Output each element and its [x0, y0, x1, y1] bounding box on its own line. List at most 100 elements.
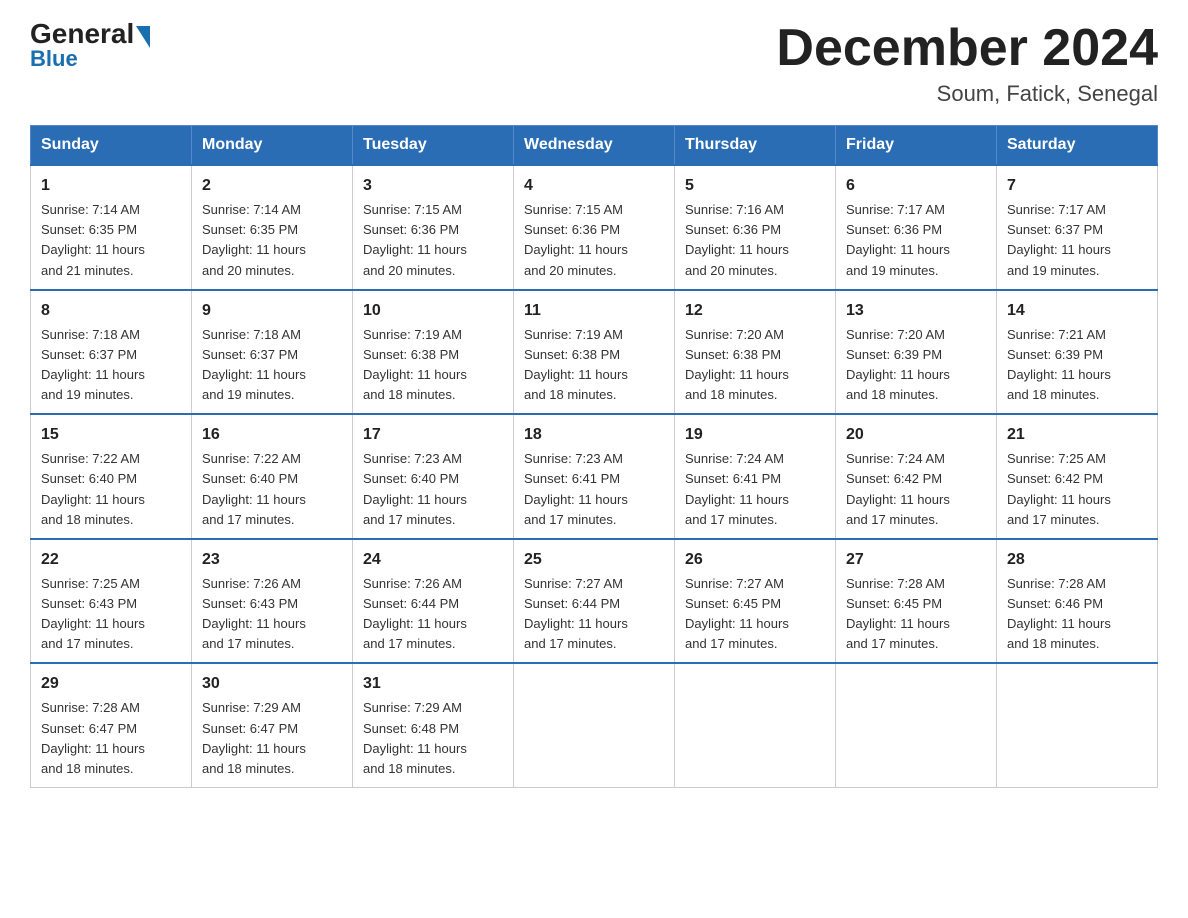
- day-number: 2: [202, 174, 342, 198]
- day-number: 12: [685, 299, 825, 323]
- weekday-header-saturday: Saturday: [997, 126, 1158, 166]
- calendar-cell: [675, 663, 836, 787]
- day-number: 3: [363, 174, 503, 198]
- day-info: Sunrise: 7:14 AMSunset: 6:35 PMDaylight:…: [41, 200, 181, 281]
- calendar-cell: 6Sunrise: 7:17 AMSunset: 6:36 PMDaylight…: [836, 165, 997, 290]
- day-number: 9: [202, 299, 342, 323]
- day-number: 23: [202, 548, 342, 572]
- calendar-cell: 7Sunrise: 7:17 AMSunset: 6:37 PMDaylight…: [997, 165, 1158, 290]
- day-info: Sunrise: 7:28 AMSunset: 6:45 PMDaylight:…: [846, 574, 986, 655]
- calendar-cell: 2Sunrise: 7:14 AMSunset: 6:35 PMDaylight…: [192, 165, 353, 290]
- weekday-header-tuesday: Tuesday: [353, 126, 514, 166]
- day-number: 21: [1007, 423, 1147, 447]
- day-number: 27: [846, 548, 986, 572]
- calendar-cell: 25Sunrise: 7:27 AMSunset: 6:44 PMDayligh…: [514, 539, 675, 664]
- day-number: 26: [685, 548, 825, 572]
- day-info: Sunrise: 7:22 AMSunset: 6:40 PMDaylight:…: [41, 449, 181, 530]
- day-info: Sunrise: 7:18 AMSunset: 6:37 PMDaylight:…: [41, 325, 181, 406]
- day-number: 31: [363, 672, 503, 696]
- week-row-2: 8Sunrise: 7:18 AMSunset: 6:37 PMDaylight…: [31, 290, 1158, 415]
- calendar-cell: 28Sunrise: 7:28 AMSunset: 6:46 PMDayligh…: [997, 539, 1158, 664]
- day-info: Sunrise: 7:27 AMSunset: 6:44 PMDaylight:…: [524, 574, 664, 655]
- day-info: Sunrise: 7:20 AMSunset: 6:39 PMDaylight:…: [846, 325, 986, 406]
- day-info: Sunrise: 7:17 AMSunset: 6:36 PMDaylight:…: [846, 200, 986, 281]
- calendar-cell: 8Sunrise: 7:18 AMSunset: 6:37 PMDaylight…: [31, 290, 192, 415]
- day-info: Sunrise: 7:23 AMSunset: 6:41 PMDaylight:…: [524, 449, 664, 530]
- calendar-cell: [836, 663, 997, 787]
- day-info: Sunrise: 7:25 AMSunset: 6:42 PMDaylight:…: [1007, 449, 1147, 530]
- day-number: 16: [202, 423, 342, 447]
- day-number: 7: [1007, 174, 1147, 198]
- calendar-cell: 13Sunrise: 7:20 AMSunset: 6:39 PMDayligh…: [836, 290, 997, 415]
- week-row-1: 1Sunrise: 7:14 AMSunset: 6:35 PMDaylight…: [31, 165, 1158, 290]
- weekday-header-sunday: Sunday: [31, 126, 192, 166]
- day-info: Sunrise: 7:25 AMSunset: 6:43 PMDaylight:…: [41, 574, 181, 655]
- calendar-cell: 17Sunrise: 7:23 AMSunset: 6:40 PMDayligh…: [353, 414, 514, 539]
- calendar-cell: 9Sunrise: 7:18 AMSunset: 6:37 PMDaylight…: [192, 290, 353, 415]
- logo-blue-text: Blue: [30, 46, 150, 72]
- calendar-cell: 29Sunrise: 7:28 AMSunset: 6:47 PMDayligh…: [31, 663, 192, 787]
- day-info: Sunrise: 7:28 AMSunset: 6:47 PMDaylight:…: [41, 698, 181, 779]
- calendar-cell: 14Sunrise: 7:21 AMSunset: 6:39 PMDayligh…: [997, 290, 1158, 415]
- weekday-header-friday: Friday: [836, 126, 997, 166]
- day-info: Sunrise: 7:19 AMSunset: 6:38 PMDaylight:…: [363, 325, 503, 406]
- day-info: Sunrise: 7:15 AMSunset: 6:36 PMDaylight:…: [363, 200, 503, 281]
- day-number: 24: [363, 548, 503, 572]
- day-number: 13: [846, 299, 986, 323]
- day-number: 8: [41, 299, 181, 323]
- day-info: Sunrise: 7:28 AMSunset: 6:46 PMDaylight:…: [1007, 574, 1147, 655]
- calendar-body: 1Sunrise: 7:14 AMSunset: 6:35 PMDaylight…: [31, 165, 1158, 787]
- day-info: Sunrise: 7:29 AMSunset: 6:48 PMDaylight:…: [363, 698, 503, 779]
- day-info: Sunrise: 7:19 AMSunset: 6:38 PMDaylight:…: [524, 325, 664, 406]
- day-number: 14: [1007, 299, 1147, 323]
- day-number: 10: [363, 299, 503, 323]
- day-number: 11: [524, 299, 664, 323]
- day-info: Sunrise: 7:21 AMSunset: 6:39 PMDaylight:…: [1007, 325, 1147, 406]
- day-number: 28: [1007, 548, 1147, 572]
- page-header: General Blue December 2024 Soum, Fatick,…: [30, 20, 1158, 107]
- day-number: 19: [685, 423, 825, 447]
- day-number: 22: [41, 548, 181, 572]
- day-info: Sunrise: 7:26 AMSunset: 6:44 PMDaylight:…: [363, 574, 503, 655]
- calendar-cell: 20Sunrise: 7:24 AMSunset: 6:42 PMDayligh…: [836, 414, 997, 539]
- day-info: Sunrise: 7:24 AMSunset: 6:41 PMDaylight:…: [685, 449, 825, 530]
- calendar-cell: 11Sunrise: 7:19 AMSunset: 6:38 PMDayligh…: [514, 290, 675, 415]
- day-info: Sunrise: 7:18 AMSunset: 6:37 PMDaylight:…: [202, 325, 342, 406]
- calendar-cell: 18Sunrise: 7:23 AMSunset: 6:41 PMDayligh…: [514, 414, 675, 539]
- calendar-cell: 1Sunrise: 7:14 AMSunset: 6:35 PMDaylight…: [31, 165, 192, 290]
- calendar-header: SundayMondayTuesdayWednesdayThursdayFrid…: [31, 126, 1158, 166]
- calendar-table: SundayMondayTuesdayWednesdayThursdayFrid…: [30, 125, 1158, 788]
- calendar-cell: 10Sunrise: 7:19 AMSunset: 6:38 PMDayligh…: [353, 290, 514, 415]
- weekday-header-row: SundayMondayTuesdayWednesdayThursdayFrid…: [31, 126, 1158, 166]
- week-row-3: 15Sunrise: 7:22 AMSunset: 6:40 PMDayligh…: [31, 414, 1158, 539]
- day-info: Sunrise: 7:27 AMSunset: 6:45 PMDaylight:…: [685, 574, 825, 655]
- weekday-header-monday: Monday: [192, 126, 353, 166]
- day-number: 6: [846, 174, 986, 198]
- weekday-header-wednesday: Wednesday: [514, 126, 675, 166]
- day-info: Sunrise: 7:15 AMSunset: 6:36 PMDaylight:…: [524, 200, 664, 281]
- calendar-cell: 4Sunrise: 7:15 AMSunset: 6:36 PMDaylight…: [514, 165, 675, 290]
- calendar-cell: 22Sunrise: 7:25 AMSunset: 6:43 PMDayligh…: [31, 539, 192, 664]
- day-info: Sunrise: 7:26 AMSunset: 6:43 PMDaylight:…: [202, 574, 342, 655]
- calendar-cell: 31Sunrise: 7:29 AMSunset: 6:48 PMDayligh…: [353, 663, 514, 787]
- day-number: 30: [202, 672, 342, 696]
- calendar-cell: 19Sunrise: 7:24 AMSunset: 6:41 PMDayligh…: [675, 414, 836, 539]
- calendar-cell: [514, 663, 675, 787]
- calendar-cell: 12Sunrise: 7:20 AMSunset: 6:38 PMDayligh…: [675, 290, 836, 415]
- day-info: Sunrise: 7:23 AMSunset: 6:40 PMDaylight:…: [363, 449, 503, 530]
- calendar-cell: 24Sunrise: 7:26 AMSunset: 6:44 PMDayligh…: [353, 539, 514, 664]
- weekday-header-thursday: Thursday: [675, 126, 836, 166]
- calendar-cell: 21Sunrise: 7:25 AMSunset: 6:42 PMDayligh…: [997, 414, 1158, 539]
- logo-general-text: General: [30, 20, 134, 48]
- day-number: 5: [685, 174, 825, 198]
- week-row-5: 29Sunrise: 7:28 AMSunset: 6:47 PMDayligh…: [31, 663, 1158, 787]
- calendar-cell: 15Sunrise: 7:22 AMSunset: 6:40 PMDayligh…: [31, 414, 192, 539]
- calendar-cell: 27Sunrise: 7:28 AMSunset: 6:45 PMDayligh…: [836, 539, 997, 664]
- calendar-cell: 30Sunrise: 7:29 AMSunset: 6:47 PMDayligh…: [192, 663, 353, 787]
- day-info: Sunrise: 7:22 AMSunset: 6:40 PMDaylight:…: [202, 449, 342, 530]
- day-number: 1: [41, 174, 181, 198]
- calendar-cell: 23Sunrise: 7:26 AMSunset: 6:43 PMDayligh…: [192, 539, 353, 664]
- day-info: Sunrise: 7:17 AMSunset: 6:37 PMDaylight:…: [1007, 200, 1147, 281]
- location-title: Soum, Fatick, Senegal: [776, 81, 1158, 107]
- day-number: 15: [41, 423, 181, 447]
